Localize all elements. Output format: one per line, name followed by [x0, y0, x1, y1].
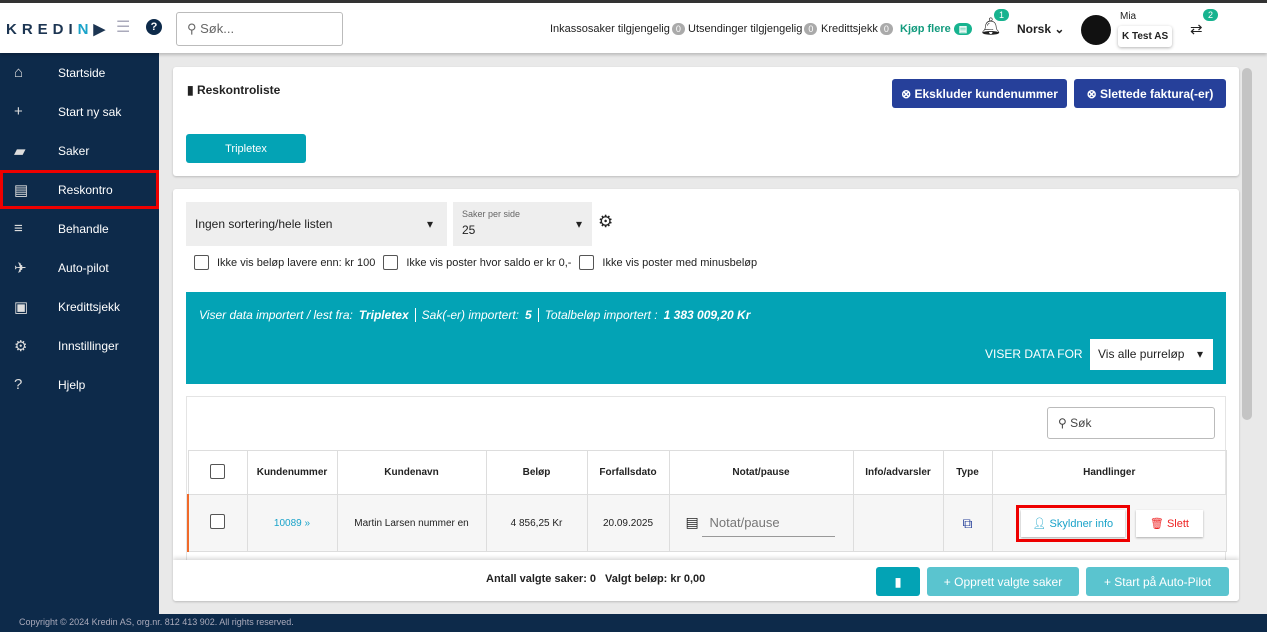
- language-select[interactable]: Norsk ⌄: [1017, 22, 1064, 36]
- per-page-select[interactable]: Saker per side 25 ▾: [453, 202, 592, 246]
- logo[interactable]: KREDIN▶: [6, 20, 110, 38]
- due-date: 20.09.2025: [586, 494, 670, 552]
- create-selected-button[interactable]: + Opprett valgte saker: [927, 567, 1079, 596]
- row-checkbox[interactable]: [210, 514, 226, 529]
- filter-checkboxes: Ikke vis beløp lavere enn: kr 100 Ikke v…: [194, 255, 757, 270]
- sidebar-icon: +: [14, 103, 23, 120]
- help-icon[interactable]: ?: [146, 19, 162, 35]
- tab-tripletex[interactable]: Tripletex: [186, 134, 306, 163]
- filter-label: VISER DATA FOR: [985, 347, 1083, 361]
- exclude-customer-button[interactable]: ⊗ Ekskluder kundenummer: [892, 79, 1067, 108]
- selected-count: Antall valgte saker: 0: [486, 573, 597, 585]
- import-banner: Viser data importert / lest fra: Triplete…: [186, 292, 1226, 384]
- sidebar-item-label: Start ny sak: [58, 104, 122, 119]
- settings-gear-icon[interactable]: ⚙: [598, 212, 613, 232]
- sidebar-item-kredittsjekk[interactable]: ▣ Kredittsjekk: [0, 287, 159, 326]
- sidebar-item-hjelp[interactable]: ? Hjelp: [0, 365, 159, 404]
- col-notat: Notat/pause: [668, 450, 854, 495]
- user-name: Mia: [1120, 11, 1137, 22]
- archive-button[interactable]: ▮: [876, 567, 920, 596]
- sidebar-item-label: Hjelp: [58, 377, 86, 392]
- reskontro-table: Kundenummer Kundenavn Beløp Forfallsdato…: [187, 450, 1227, 552]
- search-input[interactable]: ⚲ Søk...: [176, 12, 343, 46]
- table-search-input[interactable]: ⚲ Søk: [1047, 407, 1215, 439]
- checkbox-negative[interactable]: [579, 255, 595, 270]
- switch-badge: 2: [1203, 9, 1219, 21]
- avatar[interactable]: [1081, 15, 1111, 45]
- note-input[interactable]: Notat/pause: [701, 509, 835, 537]
- bottom-action-bar: Antall valgte saker: 0 Valgt beløp: kr 0…: [173, 560, 1239, 601]
- col-forfallsdato[interactable]: Forfallsdato: [586, 450, 670, 495]
- debtor-info-button[interactable]: 👤︎ Skyldner info: [1020, 509, 1126, 537]
- deleted-invoices-button[interactable]: ⊗ Slettede faktura(-er): [1074, 79, 1226, 108]
- stat-utsendinger: Utsendinger tilgjengelig 0: [688, 23, 818, 35]
- table-row: 10089 » Martin Larsen nummer en 4 856,25…: [187, 494, 1227, 552]
- sidebar-icon: ▰: [14, 142, 26, 160]
- sidebar-item-start-ny-sak[interactable]: + Start ny sak: [0, 92, 159, 131]
- sidebar: ⌂ Startside + Start ny sak ▰ Saker ▤ Reskontro ≡…: [0, 53, 159, 614]
- sidebar-icon: ▤: [14, 181, 29, 199]
- switch-icon[interactable]: ⇄: [1190, 20, 1203, 38]
- footer: Copyright © 2024 Kredin AS, org.nr. 812 …: [0, 614, 1267, 632]
- sidebar-item-innstillinger[interactable]: ⚙ Innstillinger: [0, 326, 159, 365]
- sidebar-item-saker[interactable]: ▰ Saker: [0, 131, 159, 170]
- search-icon: ⚲: [187, 21, 201, 36]
- col-belop[interactable]: Beløp: [485, 450, 588, 495]
- sidebar-item-auto-pilot[interactable]: ✈ Auto-pilot: [0, 248, 159, 287]
- buy-more-link[interactable]: Kjøp flere ▤: [900, 23, 973, 35]
- sidebar-icon: ?: [14, 376, 23, 393]
- checkbox-min-amount[interactable]: [194, 255, 209, 270]
- company-button[interactable]: K Test AS: [1118, 26, 1172, 47]
- col-kundenummer[interactable]: Kundenummer: [246, 450, 338, 495]
- amount: 4 856,25 Kr: [485, 494, 588, 552]
- menu-icon[interactable]: ☰: [116, 17, 130, 37]
- sidebar-item-label: Startside: [58, 65, 106, 80]
- reskontro-list-card: Ingen sortering/hele listen ▾ Saker per s…: [173, 189, 1239, 601]
- sidebar-item-label: Saker: [58, 143, 90, 158]
- sidebar-item-label: Innstillinger: [58, 338, 119, 353]
- col-handlinger: Handlinger: [991, 450, 1227, 495]
- sidebar-item-label: Auto-pilot: [58, 260, 109, 275]
- sidebar-item-reskontro[interactable]: ▤ Reskontro: [0, 170, 159, 209]
- page-title: ▮ Reskontroliste: [187, 83, 281, 97]
- sidebar-icon: ✈: [14, 259, 27, 277]
- customer-number-link[interactable]: 10089 »: [246, 494, 338, 552]
- sidebar-item-label: Behandle: [58, 221, 109, 236]
- sidebar-icon: ▣: [14, 298, 29, 316]
- delete-button[interactable]: 🗑︎ Slett: [1135, 509, 1203, 537]
- sidebar-item-label: Kredittsjekk: [58, 299, 121, 314]
- reskontro-header-card: ▮ Reskontroliste ⊗ Ekskluder kundenummer…: [173, 67, 1239, 176]
- col-info: Info/advarsler: [852, 450, 944, 495]
- copy-icon[interactable]: ⧉: [942, 494, 993, 552]
- autopilot-button[interactable]: + Start på Auto-Pilot: [1086, 567, 1229, 596]
- sidebar-icon: ⌂: [14, 64, 24, 81]
- notification-badge: 1: [994, 9, 1010, 21]
- note-icon: ▤: [685, 514, 699, 530]
- sidebar-item-behandle[interactable]: ≡ Behandle: [0, 209, 159, 248]
- select-all-checkbox[interactable]: [210, 463, 225, 479]
- col-type: Type: [942, 450, 993, 495]
- checkbox-zero-balance[interactable]: [383, 255, 399, 270]
- customer-name: Martin Larsen nummer en: [336, 494, 487, 552]
- selected-amount: Valgt beløp: kr 0,00: [605, 573, 706, 585]
- sidebar-icon: ≡: [14, 220, 23, 237]
- stat-kredittsjekk: Kredittsjekk 0: [821, 23, 893, 35]
- sort-select[interactable]: Ingen sortering/hele listen ▾: [186, 202, 447, 246]
- top-bar: KREDIN▶ ☰ ? ⚲ Søk... Inkassosaker tilgje…: [0, 0, 1267, 53]
- sidebar-item-startside[interactable]: ⌂ Startside: [0, 53, 159, 92]
- col-kundenavn[interactable]: Kundenavn: [336, 450, 487, 495]
- reminder-filter-select[interactable]: Vis alle purreløp ▾: [1090, 339, 1213, 370]
- stat-inkasso: Inkassosaker tilgjengelig 0: [550, 23, 685, 35]
- sidebar-item-label: Reskontro: [58, 182, 113, 197]
- scrollbar[interactable]: [1242, 68, 1252, 420]
- sidebar-icon: ⚙: [14, 337, 28, 355]
